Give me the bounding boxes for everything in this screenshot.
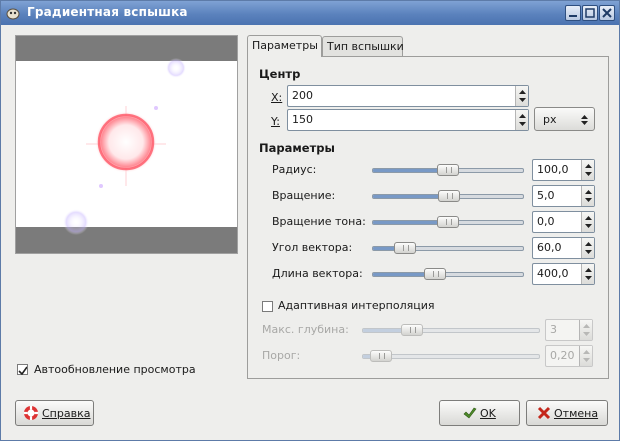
y-value: 150 <box>292 113 313 126</box>
tab-flare-type[interactable]: Тип вспышки <box>322 36 404 57</box>
x-value: 200 <box>292 89 313 102</box>
slider-value-entry[interactable]: 3 <box>545 319 593 341</box>
slider-value: 60,0 <box>537 241 562 254</box>
y-label-text: Y: <box>271 115 280 128</box>
cancel-button[interactable]: Отмена <box>526 400 608 426</box>
tab-flare-type-label: Тип вспышки <box>327 40 404 53</box>
slider-label: Порог: <box>262 349 301 362</box>
slider-spin-buttons[interactable] <box>581 212 594 232</box>
adaptive-interpolation-label: Адаптивная интерполяция <box>278 299 435 312</box>
slider-spin-buttons[interactable] <box>581 238 594 258</box>
help-button[interactable]: Справка <box>15 400 94 426</box>
slider-handle[interactable] <box>424 268 446 280</box>
slider-handle[interactable] <box>437 216 459 228</box>
slider-value: 100,0 <box>537 163 569 176</box>
preview-area[interactable] <box>15 35 238 254</box>
ok-arrow-icon <box>463 407 477 419</box>
spin-up-down-icon <box>519 114 526 126</box>
maximize-button[interactable] <box>582 5 598 21</box>
spin-up-down-icon <box>583 324 590 336</box>
slider-label: Длина вектора: <box>272 267 363 280</box>
slider-label: Вращение тона: <box>272 215 366 228</box>
help-label: Справка <box>42 407 91 420</box>
slider-handle[interactable] <box>437 164 459 176</box>
x-label-text: X: <box>271 91 283 104</box>
slider-value-entry[interactable]: 100,0 <box>532 159 595 181</box>
params-heading: Параметры <box>259 141 335 155</box>
unit-value: px <box>543 113 557 126</box>
checkmark-icon <box>18 366 28 376</box>
auto-update-checkbox[interactable] <box>17 364 28 376</box>
spin-up-down-icon <box>585 164 592 176</box>
slider-label: Угол вектора: <box>272 241 353 254</box>
slider-label: Макс. глубина: <box>262 323 349 336</box>
ok-label: OK <box>480 407 496 420</box>
spin-up-down-icon <box>585 190 592 202</box>
parameters-panel: Центр X: 200 Y: 150 px Параметры Радиус:… <box>247 56 609 379</box>
slider-handle[interactable] <box>394 242 416 254</box>
flare-preview-image <box>63 58 186 235</box>
dialog-window: Градиентная вспышка Автообновление просм… <box>0 0 620 441</box>
slider-handle[interactable] <box>401 324 423 336</box>
unit-select[interactable]: px <box>534 107 595 131</box>
y-spin-buttons[interactable] <box>515 110 528 130</box>
auto-update-label: Автообновление просмотра <box>34 363 196 376</box>
slider-trough[interactable] <box>372 272 524 277</box>
slider-spin-buttons[interactable] <box>579 320 592 340</box>
slider-spin-buttons[interactable] <box>581 264 594 284</box>
spin-up-down-icon <box>585 268 592 280</box>
minimize-icon <box>569 15 577 17</box>
x-spin-buttons[interactable] <box>515 86 528 106</box>
slider-value-entry[interactable]: 5,0 <box>532 185 595 207</box>
combo-arrows-icon <box>581 115 588 125</box>
slider-value-entry[interactable]: 0,20 <box>545 345 593 367</box>
y-label: Y: <box>271 115 280 128</box>
y-spin-entry[interactable]: 150 <box>287 109 529 131</box>
slider-value-entry[interactable]: 0,0 <box>532 211 595 233</box>
slider-value: 5,0 <box>537 189 555 202</box>
slider-handle[interactable] <box>370 350 392 362</box>
maximize-icon <box>585 8 595 18</box>
lifebuoy-icon <box>24 406 38 420</box>
slider-spin-buttons[interactable] <box>581 186 594 206</box>
slider-label: Радиус: <box>272 163 317 176</box>
slider-spin-buttons[interactable] <box>581 160 594 180</box>
x-spin-entry[interactable]: 200 <box>287 85 529 107</box>
spin-up-down-icon <box>583 350 590 362</box>
close-window-button[interactable] <box>599 5 615 21</box>
ok-button[interactable]: OK <box>439 400 520 426</box>
spin-up-down-icon <box>585 242 592 254</box>
spin-up-down-icon <box>519 90 526 102</box>
window-title: Градиентная вспышка <box>27 5 188 19</box>
slider-value: 0,20 <box>550 349 575 362</box>
slider-value: 400,0 <box>537 267 569 280</box>
slider-value-entry[interactable]: 60,0 <box>532 237 595 259</box>
slider-handle[interactable] <box>438 190 460 202</box>
title-bar: Градиентная вспышка <box>1 1 619 25</box>
adaptive-interpolation-checkbox[interactable] <box>262 301 273 312</box>
slider-value-entry[interactable]: 400,0 <box>532 263 595 285</box>
slider-label: Вращение: <box>272 189 336 202</box>
slider-spin-buttons[interactable] <box>579 346 592 366</box>
spin-up-down-icon <box>585 216 592 228</box>
cancel-label: Отмена <box>554 407 599 420</box>
gimp-app-icon[interactable] <box>5 5 21 21</box>
slider-value: 3 <box>550 323 557 336</box>
close-icon <box>602 8 612 18</box>
slider-value: 0,0 <box>537 215 555 228</box>
x-label: X: <box>271 91 282 104</box>
tab-parameters-label: Параметры <box>252 39 318 52</box>
cancel-x-icon <box>537 406 551 420</box>
slider-trough[interactable] <box>362 328 540 333</box>
center-heading: Центр <box>259 67 301 81</box>
tab-parameters[interactable]: Параметры <box>247 35 322 57</box>
minimize-button[interactable] <box>565 5 581 21</box>
